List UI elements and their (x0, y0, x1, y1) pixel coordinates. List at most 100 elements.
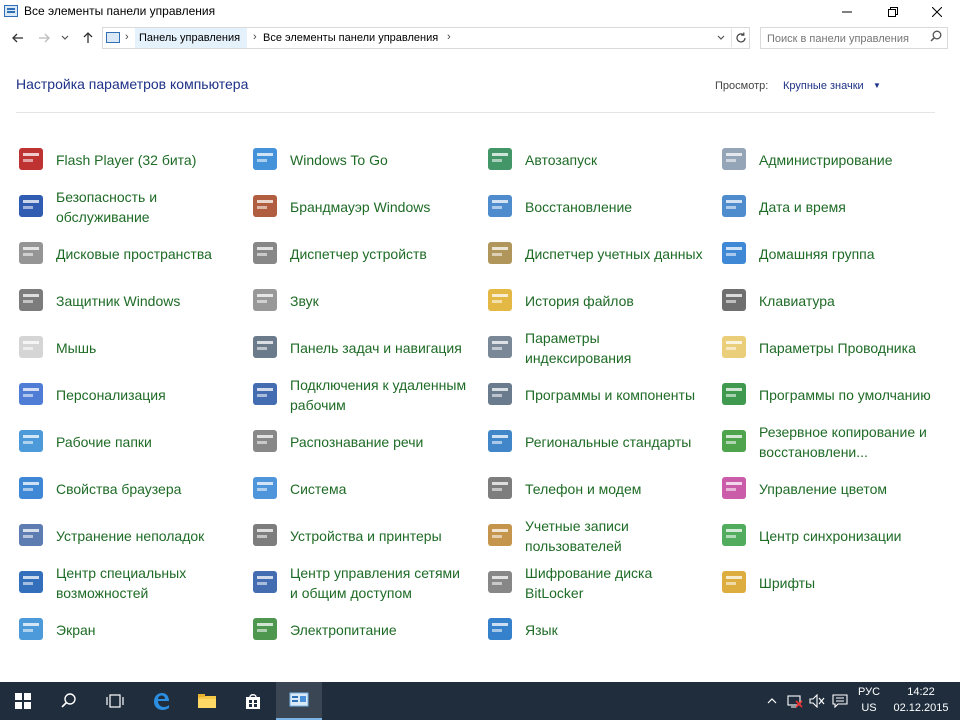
close-button[interactable] (914, 0, 960, 24)
cp-item-work-folders[interactable]: Рабочие папки (16, 420, 241, 464)
cp-item-label: Flash Player (32 бита) (56, 152, 197, 168)
cp-item-fonts[interactable]: Шрифты (719, 561, 944, 605)
control-panel-icon (106, 32, 120, 43)
cp-item-storage-spaces[interactable]: Дисковые пространства (16, 232, 241, 276)
cp-item-bitlocker[interactable]: Шифрование диска BitLocker (485, 561, 710, 605)
cp-item-programs-features[interactable]: Программы и компоненты (485, 373, 710, 417)
cp-item-label: Центр управления сетями и общим доступом (290, 565, 460, 601)
control-panel-taskbar-button[interactable] (276, 682, 322, 720)
task-view-button[interactable] (92, 682, 138, 720)
forward-button[interactable] (34, 28, 54, 48)
power-options-icon (250, 614, 282, 646)
recent-locations-button[interactable] (58, 28, 72, 48)
cp-item-administrative-tools[interactable]: Администрирование (719, 138, 944, 182)
cp-item-power-options[interactable]: Электропитание (250, 608, 475, 652)
cp-item-file-explorer-options[interactable]: Параметры Проводника (719, 326, 944, 370)
cp-item-date-time[interactable]: Дата и время (719, 185, 944, 229)
cp-item-windows-firewall[interactable]: Брандмауэр Windows (250, 185, 475, 229)
color-management-icon (719, 473, 751, 505)
security-maintenance-icon (16, 191, 48, 223)
cp-item-label: Система (290, 481, 347, 497)
minimize-button[interactable] (824, 0, 870, 24)
file-explorer-button[interactable] (184, 682, 230, 720)
file-history-icon (485, 285, 517, 317)
cp-item-keyboard[interactable]: Клавиатура (719, 279, 944, 323)
cp-item-mouse[interactable]: Мышь (16, 326, 241, 370)
cp-item-flash-player[interactable]: Flash Player (32 бита) (16, 138, 241, 182)
cp-item-speech-recognition[interactable]: Распознавание речи (250, 420, 475, 464)
network-tray-icon[interactable] (784, 682, 806, 720)
cp-item-default-programs[interactable]: Программы по умолчанию (719, 373, 944, 417)
edge-button[interactable] (138, 682, 184, 720)
cp-item-autoplay[interactable]: Автозапуск (485, 138, 710, 182)
breadcrumb-control-panel[interactable]: Панель управления (139, 32, 240, 44)
cp-item-devices-printers[interactable]: Устройства и принтеры (250, 514, 475, 558)
chevron-right-icon[interactable]: › (125, 31, 129, 43)
cp-item-region[interactable]: Региональные стандарты (485, 420, 710, 464)
forward-arrow-icon (39, 33, 50, 43)
cp-item-sound[interactable]: Звук (250, 279, 475, 323)
cp-item-personalization[interactable]: Персонализация (16, 373, 241, 417)
cp-item-label: Центр специальных возможностей (56, 565, 187, 601)
clock-time: 14:22 (907, 686, 935, 698)
cp-item-display[interactable]: Экран (16, 608, 241, 652)
back-arrow-icon (12, 33, 23, 43)
show-hidden-icons-button[interactable] (762, 682, 782, 720)
page-title: Настройка параметров компьютера (16, 76, 249, 92)
troubleshooting-icon (16, 520, 48, 552)
cp-item-internet-options[interactable]: Свойства браузера (16, 467, 241, 511)
cp-item-backup-restore[interactable]: Резервное копирование и восстановлени... (719, 420, 944, 464)
view-mode-dropdown[interactable]: Крупные значки (783, 80, 864, 92)
search-input[interactable] (767, 31, 917, 46)
cp-item-language[interactable]: Язык (485, 608, 710, 652)
search-taskbar-button[interactable] (46, 682, 92, 720)
cp-item-network-sharing-center[interactable]: Центр управления сетями и общим доступом (250, 561, 475, 605)
homegroup-icon (719, 238, 751, 270)
search-box[interactable] (760, 27, 948, 49)
cp-item-indexing-options[interactable]: Параметры индексирования (485, 326, 710, 370)
start-button[interactable] (0, 682, 46, 720)
cp-item-taskbar-navigation[interactable]: Панель задач и навигация (250, 326, 475, 370)
cp-item-ease-of-access[interactable]: Центр специальных возможностей (16, 561, 241, 605)
cp-item-windows-defender[interactable]: Защитник Windows (16, 279, 241, 323)
keyboard-icon (719, 285, 751, 317)
store-button[interactable] (230, 682, 276, 720)
chevron-right-icon[interactable]: › (447, 31, 451, 43)
cp-item-security-maintenance[interactable]: Безопасность и обслуживание (16, 185, 241, 229)
cp-item-device-manager[interactable]: Диспетчер устройств (250, 232, 475, 276)
address-bar[interactable]: › Панель управления › Все элементы панел… (102, 27, 750, 49)
cp-item-troubleshooting[interactable]: Устранение неполадок (16, 514, 241, 558)
breadcrumb-all-items[interactable]: Все элементы панели управления (263, 32, 438, 44)
address-history-dropdown[interactable] (711, 29, 731, 47)
chevron-right-icon[interactable]: › (253, 31, 257, 43)
cp-item-label: Экран (56, 622, 96, 638)
clock[interactable]: 14:22 02.12.2015 (888, 684, 954, 716)
cp-item-color-management[interactable]: Управление цветом (719, 467, 944, 511)
up-button[interactable] (78, 28, 98, 48)
restore-button[interactable] (870, 0, 916, 24)
caret-down-icon[interactable]: ▼ (873, 81, 881, 90)
cp-item-homegroup[interactable]: Домашняя группа (719, 232, 944, 276)
cp-item-file-history[interactable]: История файлов (485, 279, 710, 323)
cp-item-label: Звук (290, 293, 319, 309)
cp-item-remote-desktop[interactable]: Подключения к удаленным рабочим (250, 373, 475, 417)
refresh-button[interactable] (731, 29, 749, 47)
volume-muted-icon[interactable] (806, 682, 828, 720)
back-button[interactable] (8, 28, 28, 48)
cp-item-user-accounts[interactable]: Учетные записи пользователей (485, 514, 710, 558)
cp-item-windows-to-go[interactable]: Windows To Go (250, 138, 475, 182)
cp-item-system[interactable]: Система (250, 467, 475, 511)
language-code: РУС (857, 686, 881, 698)
system-icon (250, 473, 282, 505)
cp-item-recovery[interactable]: Восстановление (485, 185, 710, 229)
cp-item-phone-modem[interactable]: Телефон и модем (485, 467, 710, 511)
cp-item-sync-center[interactable]: Центр синхронизации (719, 514, 944, 558)
taskbar: РУС US 14:22 02.12.2015 (0, 682, 960, 720)
input-language-indicator[interactable]: РУС US (854, 684, 884, 716)
cp-item-credential-manager[interactable]: Диспетчер учетных данных (485, 232, 710, 276)
cp-item-label: Управление цветом (759, 481, 888, 497)
windows-firewall-icon (250, 191, 282, 223)
credential-manager-icon (485, 238, 517, 270)
search-icon[interactable] (930, 30, 942, 45)
action-center-icon[interactable] (828, 682, 852, 720)
